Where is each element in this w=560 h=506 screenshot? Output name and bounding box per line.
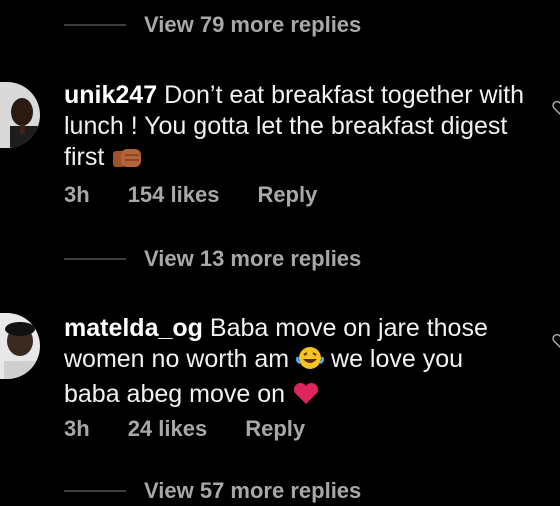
like-heart-icon[interactable] (552, 100, 560, 116)
timestamp: 3h (64, 416, 90, 441)
timestamp: 3h (64, 182, 90, 207)
view-replies-label: View 79 more replies (144, 12, 362, 37)
username[interactable]: unik247 (64, 81, 157, 109)
comment-text: unik247 Don’t eat breakfast together wit… (64, 80, 524, 177)
reply-button[interactable]: Reply (245, 416, 305, 442)
like-heart-icon[interactable] (552, 333, 560, 349)
avatar[interactable] (0, 313, 40, 379)
avatar[interactable] (0, 82, 40, 148)
divider-line (64, 490, 126, 492)
view-more-replies-2[interactable]: View 13 more replies (64, 244, 361, 274)
fist-bump-icon (111, 146, 145, 177)
divider-line (64, 258, 126, 260)
view-replies-label: View 57 more replies (144, 478, 362, 503)
likes-count[interactable]: 154 likes (128, 182, 220, 208)
likes-count[interactable]: 24 likes (128, 416, 208, 442)
comment-meta: 3h 24 likes Reply (64, 416, 343, 442)
username[interactable]: matelda_og (64, 314, 203, 342)
red-heart-icon (292, 382, 320, 414)
view-more-replies-3[interactable]: View 57 more replies (64, 476, 361, 506)
comment-text: matelda_og Baba move on jare those women… (64, 313, 524, 414)
avatar-image (0, 313, 40, 379)
view-more-replies-1[interactable]: View 79 more replies (64, 10, 361, 40)
laughing-tears-icon (296, 345, 324, 379)
comment-meta: 3h 154 likes Reply (64, 182, 355, 208)
divider-line (64, 24, 126, 26)
view-replies-label: View 13 more replies (144, 246, 362, 271)
avatar-image (0, 82, 40, 148)
reply-button[interactable]: Reply (257, 182, 317, 208)
